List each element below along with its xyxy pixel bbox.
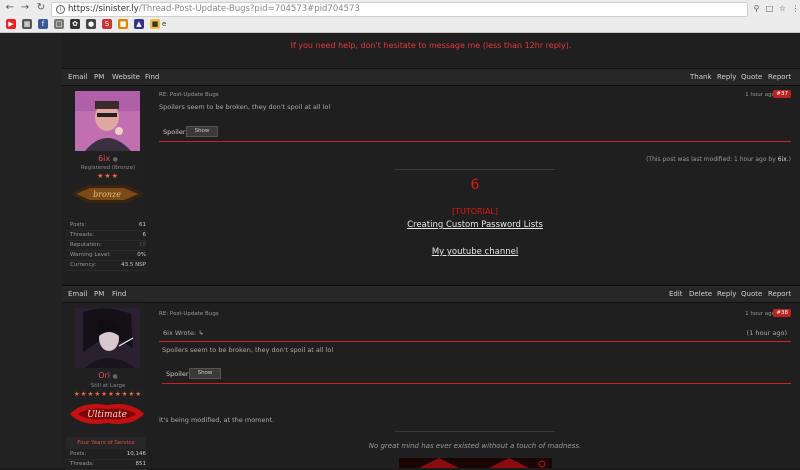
username[interactable]: Ori ● — [62, 371, 154, 380]
quote-time: (1 hour ago) — [746, 329, 787, 337]
signature-quote: No great mind has ever existed without a… — [368, 442, 582, 450]
post-number-badge[interactable]: #37 — [773, 90, 791, 98]
quote-text: Spoilers seem to be broken, they don't s… — [162, 346, 334, 354]
bookmark-icon[interactable]: ▲ — [134, 19, 144, 29]
forward-icon[interactable]: → — [20, 3, 30, 13]
quote-button[interactable]: Quote — [741, 290, 762, 298]
award-text: Ultimate — [87, 410, 127, 420]
bookmark-icon[interactable]: ● — [86, 19, 96, 29]
rank-stars: ★★★ — [97, 172, 119, 180]
star-icon[interactable]: ☆ — [778, 4, 787, 13]
award-badge: Ultimate — [68, 401, 146, 427]
bookmark-icon[interactable]: S — [102, 19, 112, 29]
reply-button[interactable]: Reply — [717, 73, 736, 81]
back-icon[interactable]: ← — [5, 3, 15, 13]
service-badge: Four Years of Service — [66, 437, 146, 449]
post-number-badge[interactable]: #38 — [773, 309, 791, 317]
quote-link-icon[interactable]: ↳ — [198, 329, 203, 337]
avatar[interactable] — [75, 91, 140, 151]
post-subject[interactable]: RE: Post-Update Bugs — [159, 92, 219, 98]
post-header: RE: Post-Update Bugs 1 hour ago #37 — [159, 90, 791, 102]
translate-icon[interactable]: □ — [765, 4, 774, 13]
spoiler-show-button[interactable]: Show — [186, 126, 218, 137]
post-action-bar: Email PM Find Edit Delete Reply Quote Re… — [62, 285, 800, 303]
find-button[interactable]: Find — [145, 73, 159, 81]
url-text: https://sinister.ly/Thread-Post-Update-B… — [68, 4, 360, 14]
website-button[interactable]: Website — [112, 73, 140, 81]
signature-divider — [395, 431, 555, 432]
bookmark-icon[interactable]: □ — [54, 19, 64, 29]
spoiler-box: Spoiler: Show — [162, 367, 791, 384]
signature-tag: [TUTORIAL] — [451, 207, 498, 216]
post-date: 1 hour ago — [745, 92, 775, 98]
email-button[interactable]: Email — [68, 290, 87, 298]
signature-link-tutorial[interactable]: Creating Custom Password Lists — [159, 220, 791, 230]
menu-icon[interactable]: ⋮ — [791, 4, 800, 13]
post-modified-note: (This post was last modified: 1 hour ago… — [646, 156, 791, 163]
youtube-bookmark-icon[interactable]: ▶ — [6, 19, 16, 29]
rank-stars: ★★★★★★★★★★ — [73, 390, 143, 398]
bookmark-icon[interactable]: ■ — [118, 19, 128, 29]
stat-currency: Currency: 43.5 NSP — [66, 260, 146, 271]
reload-icon[interactable]: ↻ — [36, 3, 46, 13]
folder-icon[interactable]: ■ — [150, 19, 160, 29]
left-stripe — [0, 33, 62, 468]
online-status-icon: ● — [112, 373, 118, 380]
reply-button[interactable]: Reply — [717, 290, 736, 298]
signature-notice: If you need help, don't hesitate to mess… — [290, 41, 572, 50]
post-action-bar: Email PM Website Find Thank Reply Quote … — [62, 68, 800, 86]
award-badge: bronze — [68, 183, 146, 205]
email-button[interactable]: Email — [68, 73, 87, 81]
avatar[interactable] — [75, 308, 140, 368]
online-status-icon: ● — [112, 156, 118, 163]
spoiler-box: Spoiler: Show — [159, 125, 791, 142]
spoiler-label: Spoiler: — [166, 370, 191, 378]
url-host: https://sinister.ly — [68, 4, 139, 14]
signature-banner — [399, 458, 552, 468]
quote-button[interactable]: Quote — [741, 73, 762, 81]
delete-button[interactable]: Delete — [689, 290, 712, 298]
find-button[interactable]: Find — [112, 290, 126, 298]
post-message: Spoilers seem to be broken, they don't s… — [159, 103, 331, 111]
signature-divider — [395, 169, 555, 170]
user-rank: Registered (Bronze) — [80, 165, 136, 171]
address-bar[interactable]: i https://sinister.ly/Thread-Post-Update… — [51, 2, 748, 17]
user-rank: Still at Large — [90, 383, 126, 389]
bookmark-icon[interactable]: ▦ — [22, 19, 32, 29]
signature-link-youtube[interactable]: My youtube channel — [159, 247, 791, 257]
edit-button[interactable]: Edit — [669, 290, 683, 298]
post-header: RE: Post-Update Bugs 1 hour ago #38 — [159, 309, 791, 321]
bookmark-folder-label[interactable]: e — [162, 20, 166, 28]
thank-button[interactable]: Thank — [690, 73, 712, 81]
url-path: /Thread-Post-Update-Bugs?pid=704573#pid7… — [138, 4, 360, 14]
bookmark-icon[interactable]: ✿ — [70, 19, 80, 29]
spoiler-label: Spoiler: — [163, 128, 188, 136]
report-button[interactable]: Report — [768, 73, 791, 81]
modified-user-link[interactable]: 6ix — [778, 156, 787, 163]
post-message: It's being modified, at the moment. — [159, 416, 275, 424]
post-date: 1 hour ago — [745, 311, 775, 317]
facebook-bookmark-icon[interactable]: f — [38, 19, 48, 29]
pm-button[interactable]: PM — [94, 73, 104, 81]
post-subject[interactable]: RE: Post-Update Bugs — [159, 311, 219, 317]
signature-number: 6 — [470, 177, 480, 193]
info-icon[interactable]: i — [56, 5, 65, 14]
quote-header: 6ix Wrote: ↳ (1 hour ago) — [159, 327, 791, 342]
search-icon[interactable]: ⚲ — [752, 4, 761, 13]
quote-author: 6ix Wrote: ↳ — [163, 329, 204, 337]
report-button[interactable]: Report — [768, 290, 791, 298]
pm-button[interactable]: PM — [94, 290, 104, 298]
award-text: bronze — [93, 190, 121, 199]
spoiler-show-button[interactable]: Show — [189, 368, 221, 379]
stat-threads: Threads: 851 — [66, 459, 146, 470]
username[interactable]: 6ix ● — [62, 154, 154, 163]
browser-toolbar: ← → ↻ i https://sinister.ly/Thread-Post-… — [0, 0, 800, 33]
